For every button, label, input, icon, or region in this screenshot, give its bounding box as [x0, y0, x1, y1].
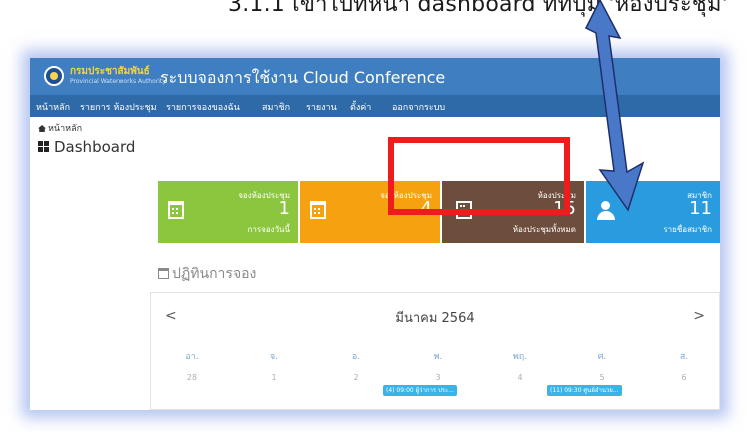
callout-arrow-icon: [584, 0, 645, 212]
